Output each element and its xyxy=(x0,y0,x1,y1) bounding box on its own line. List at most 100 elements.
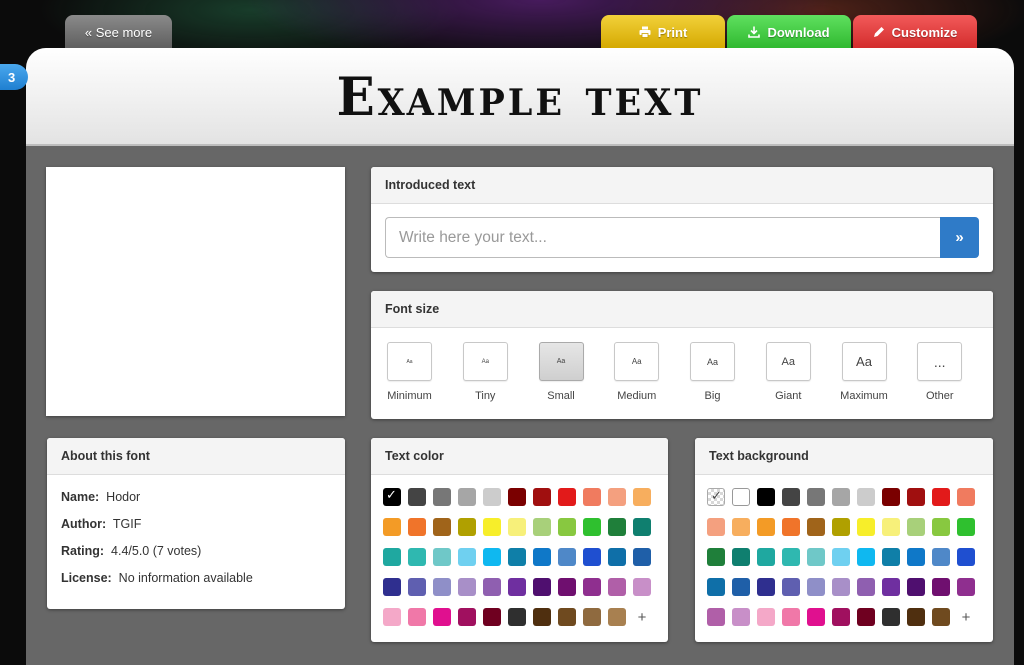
color-swatch[interactable] xyxy=(508,548,526,566)
color-swatch[interactable] xyxy=(533,518,551,536)
color-swatch[interactable] xyxy=(782,578,800,596)
color-swatch[interactable] xyxy=(383,608,401,626)
color-swatch[interactable] xyxy=(832,608,850,626)
color-swatch[interactable] xyxy=(483,608,501,626)
color-swatch[interactable] xyxy=(757,518,775,536)
color-swatch[interactable] xyxy=(832,518,850,536)
color-swatch[interactable] xyxy=(633,518,651,536)
font-size-sample[interactable]: Aa xyxy=(387,342,432,381)
color-swatch[interactable] xyxy=(932,608,950,626)
color-swatch[interactable] xyxy=(383,487,401,506)
color-swatch[interactable] xyxy=(433,608,451,626)
font-size-sample[interactable]: Aa xyxy=(841,342,887,381)
color-swatch[interactable] xyxy=(458,548,476,566)
color-swatch[interactable] xyxy=(583,578,601,596)
color-swatch[interactable] xyxy=(383,548,401,566)
color-swatch[interactable] xyxy=(757,608,775,626)
color-swatch[interactable] xyxy=(907,608,925,626)
color-swatch[interactable] xyxy=(732,608,750,626)
color-swatch[interactable] xyxy=(882,488,900,506)
color-swatch[interactable] xyxy=(907,548,925,566)
color-swatch[interactable] xyxy=(957,548,975,566)
color-swatch[interactable] xyxy=(558,488,576,506)
color-swatch[interactable] xyxy=(408,488,426,506)
color-swatch[interactable] xyxy=(608,578,626,596)
color-swatch[interactable] xyxy=(807,578,825,596)
color-swatch[interactable] xyxy=(608,518,626,536)
color-swatch[interactable] xyxy=(732,488,750,506)
color-swatch[interactable] xyxy=(882,578,900,596)
color-swatch[interactable] xyxy=(458,578,476,596)
color-swatch[interactable] xyxy=(608,488,626,506)
color-swatch[interactable] xyxy=(433,578,451,596)
add-color-button[interactable]: + xyxy=(957,608,975,626)
font-size-option[interactable]: Aa Minimum xyxy=(387,342,463,402)
color-swatch[interactable] xyxy=(957,488,975,506)
font-size-sample[interactable]: Aa xyxy=(462,342,508,381)
add-color-button[interactable]: + xyxy=(633,608,651,626)
color-swatch[interactable] xyxy=(782,608,800,626)
font-size-option[interactable]: Aa Tiny xyxy=(462,342,539,402)
text-input[interactable] xyxy=(385,217,940,258)
color-swatch[interactable] xyxy=(458,518,476,536)
color-swatch[interactable] xyxy=(483,548,501,566)
color-swatch[interactable] xyxy=(608,608,626,626)
color-swatch[interactable] xyxy=(408,518,426,536)
color-swatch[interactable] xyxy=(882,548,900,566)
color-swatch[interactable] xyxy=(458,608,476,626)
color-swatch[interactable] xyxy=(408,578,426,596)
color-swatch[interactable] xyxy=(558,548,576,566)
submit-text-button[interactable]: » xyxy=(940,217,979,258)
color-swatch[interactable] xyxy=(483,488,501,506)
color-swatch[interactable] xyxy=(707,608,725,626)
color-swatch[interactable] xyxy=(583,518,601,536)
color-swatch[interactable] xyxy=(383,518,401,536)
color-swatch[interactable] xyxy=(782,518,800,536)
color-swatch[interactable] xyxy=(408,608,426,626)
color-swatch[interactable] xyxy=(732,518,750,536)
color-swatch[interactable] xyxy=(433,518,451,536)
color-swatch[interactable] xyxy=(857,488,875,506)
color-swatch[interactable] xyxy=(832,548,850,566)
color-swatch[interactable] xyxy=(707,518,725,536)
color-swatch[interactable] xyxy=(757,488,775,506)
color-swatch[interactable] xyxy=(907,488,925,506)
color-swatch[interactable] xyxy=(558,608,576,626)
color-swatch[interactable] xyxy=(907,578,925,596)
font-size-option[interactable]: Aa Small xyxy=(538,342,615,402)
color-swatch[interactable] xyxy=(782,488,800,506)
color-swatch[interactable] xyxy=(508,608,526,626)
color-swatch[interactable] xyxy=(583,548,601,566)
color-swatch[interactable] xyxy=(832,578,850,596)
color-swatch[interactable] xyxy=(882,518,900,536)
color-swatch[interactable] xyxy=(957,518,975,536)
color-swatch[interactable] xyxy=(707,488,725,506)
color-swatch[interactable] xyxy=(433,488,451,506)
color-swatch[interactable] xyxy=(533,488,551,506)
color-swatch[interactable] xyxy=(932,578,950,596)
color-swatch[interactable] xyxy=(707,548,725,566)
color-swatch[interactable] xyxy=(957,578,975,596)
color-swatch[interactable] xyxy=(757,578,775,596)
font-size-sample[interactable]: Aa xyxy=(538,342,584,381)
color-swatch[interactable] xyxy=(807,488,825,506)
color-swatch[interactable] xyxy=(782,548,800,566)
color-swatch[interactable] xyxy=(558,518,576,536)
color-swatch[interactable] xyxy=(633,578,651,596)
font-size-option[interactable]: ... Other xyxy=(917,342,993,402)
color-swatch[interactable] xyxy=(508,488,526,506)
font-size-option[interactable]: Aa Medium xyxy=(614,342,690,402)
print-button[interactable]: Print xyxy=(601,15,725,49)
color-swatch[interactable] xyxy=(932,518,950,536)
color-swatch[interactable] xyxy=(732,578,750,596)
color-swatch[interactable] xyxy=(707,578,725,596)
color-swatch[interactable] xyxy=(633,488,651,506)
see-more-button[interactable]: « See more xyxy=(65,15,172,49)
color-swatch[interactable] xyxy=(932,488,950,506)
font-size-sample[interactable]: ... xyxy=(917,342,963,381)
color-swatch[interactable] xyxy=(483,578,501,596)
font-size-sample[interactable]: Aa xyxy=(765,342,811,381)
color-swatch[interactable] xyxy=(608,548,626,566)
font-size-option[interactable]: Aa Big xyxy=(690,342,766,402)
font-size-sample[interactable]: Aa xyxy=(690,342,735,381)
